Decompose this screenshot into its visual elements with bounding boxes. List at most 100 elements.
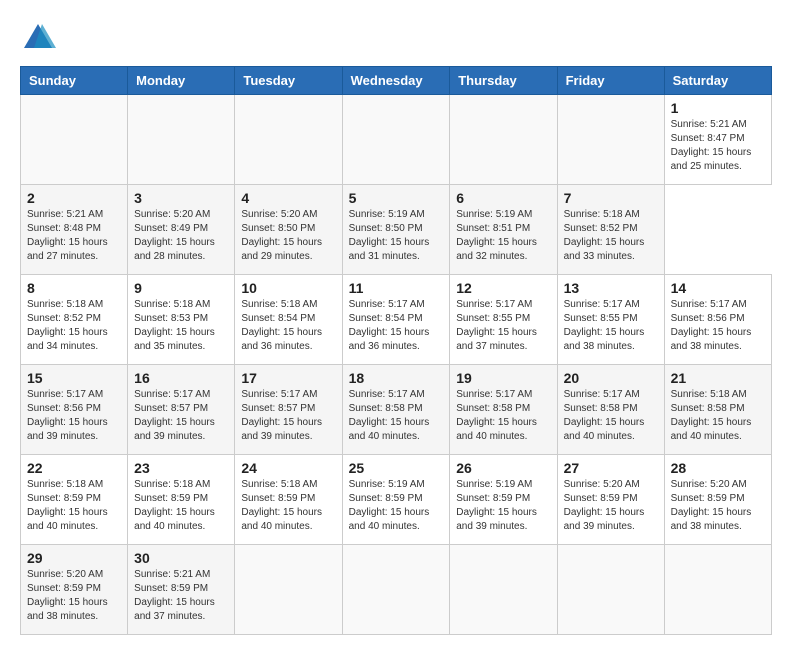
calendar-cell-day-20: 20 Sunrise: 5:17 AMSunset: 8:58 PMDaylig… xyxy=(557,365,664,455)
day-info: Sunrise: 5:17 AMSunset: 8:58 PMDaylight:… xyxy=(456,388,550,444)
calendar-cell-day-26: 26 Sunrise: 5:19 AMSunset: 8:59 PMDaylig… xyxy=(450,455,557,545)
day-number: 28 xyxy=(671,460,765,476)
day-info: Sunrise: 5:19 AMSunset: 8:51 PMDaylight:… xyxy=(456,208,550,264)
calendar-cell-day-12: 12 Sunrise: 5:17 AMSunset: 8:55 PMDaylig… xyxy=(450,275,557,365)
day-number: 14 xyxy=(671,280,765,296)
calendar-cell-day-29: 29 Sunrise: 5:20 AMSunset: 8:59 PMDaylig… xyxy=(21,545,128,635)
calendar-cell-day-3: 3 Sunrise: 5:20 AMSunset: 8:49 PMDayligh… xyxy=(128,185,235,275)
empty-cell xyxy=(235,545,342,635)
day-number: 30 xyxy=(134,550,228,566)
calendar-week-3: 8 Sunrise: 5:18 AMSunset: 8:52 PMDayligh… xyxy=(21,275,772,365)
calendar-cell-day-18: 18 Sunrise: 5:17 AMSunset: 8:58 PMDaylig… xyxy=(342,365,450,455)
calendar-cell-day-14: 14 Sunrise: 5:17 AMSunset: 8:56 PMDaylig… xyxy=(664,275,771,365)
calendar-cell-day-28: 28 Sunrise: 5:20 AMSunset: 8:59 PMDaylig… xyxy=(664,455,771,545)
calendar-header-wednesday: Wednesday xyxy=(342,67,450,95)
logo xyxy=(20,20,62,56)
day-info: Sunrise: 5:19 AMSunset: 8:59 PMDaylight:… xyxy=(349,478,444,534)
calendar-cell-day-30: 30 Sunrise: 5:21 AMSunset: 8:59 PMDaylig… xyxy=(128,545,235,635)
day-info: Sunrise: 5:20 AMSunset: 8:49 PMDaylight:… xyxy=(134,208,228,264)
day-info: Sunrise: 5:18 AMSunset: 8:59 PMDaylight:… xyxy=(241,478,335,534)
day-info: Sunrise: 5:17 AMSunset: 8:55 PMDaylight:… xyxy=(564,298,658,354)
calendar-header-thursday: Thursday xyxy=(450,67,557,95)
calendar-cell-day-24: 24 Sunrise: 5:18 AMSunset: 8:59 PMDaylig… xyxy=(235,455,342,545)
empty-cell xyxy=(557,95,664,185)
day-number: 16 xyxy=(134,370,228,386)
day-number: 8 xyxy=(27,280,121,296)
calendar-cell-day-6: 6 Sunrise: 5:19 AMSunset: 8:51 PMDayligh… xyxy=(450,185,557,275)
calendar-cell-day-13: 13 Sunrise: 5:17 AMSunset: 8:55 PMDaylig… xyxy=(557,275,664,365)
day-number: 20 xyxy=(564,370,658,386)
calendar-header-sunday: Sunday xyxy=(21,67,128,95)
calendar-cell-day-11: 11 Sunrise: 5:17 AMSunset: 8:54 PMDaylig… xyxy=(342,275,450,365)
day-info: Sunrise: 5:17 AMSunset: 8:54 PMDaylight:… xyxy=(349,298,444,354)
calendar-cell-day-27: 27 Sunrise: 5:20 AMSunset: 8:59 PMDaylig… xyxy=(557,455,664,545)
day-number: 17 xyxy=(241,370,335,386)
day-info: Sunrise: 5:18 AMSunset: 8:59 PMDaylight:… xyxy=(27,478,121,534)
day-info: Sunrise: 5:20 AMSunset: 8:59 PMDaylight:… xyxy=(671,478,765,534)
day-number: 12 xyxy=(456,280,550,296)
day-info: Sunrise: 5:19 AMSunset: 8:50 PMDaylight:… xyxy=(349,208,444,264)
day-info: Sunrise: 5:17 AMSunset: 8:57 PMDaylight:… xyxy=(134,388,228,444)
empty-cell xyxy=(128,95,235,185)
calendar-header-friday: Friday xyxy=(557,67,664,95)
day-info: Sunrise: 5:17 AMSunset: 8:58 PMDaylight:… xyxy=(349,388,444,444)
day-number: 10 xyxy=(241,280,335,296)
day-number: 9 xyxy=(134,280,228,296)
calendar-cell-day-16: 16 Sunrise: 5:17 AMSunset: 8:57 PMDaylig… xyxy=(128,365,235,455)
day-number: 5 xyxy=(349,190,444,206)
day-info: Sunrise: 5:20 AMSunset: 8:59 PMDaylight:… xyxy=(564,478,658,534)
calendar-cell-day-19: 19 Sunrise: 5:17 AMSunset: 8:58 PMDaylig… xyxy=(450,365,557,455)
day-number: 1 xyxy=(671,100,765,116)
calendar-cell-day-9: 9 Sunrise: 5:18 AMSunset: 8:53 PMDayligh… xyxy=(128,275,235,365)
calendar-header-tuesday: Tuesday xyxy=(235,67,342,95)
day-number: 13 xyxy=(564,280,658,296)
calendar-cell-day-5: 5 Sunrise: 5:19 AMSunset: 8:50 PMDayligh… xyxy=(342,185,450,275)
day-info: Sunrise: 5:21 AMSunset: 8:47 PMDaylight:… xyxy=(671,118,765,174)
day-info: Sunrise: 5:18 AMSunset: 8:59 PMDaylight:… xyxy=(134,478,228,534)
day-number: 22 xyxy=(27,460,121,476)
day-info: Sunrise: 5:17 AMSunset: 8:56 PMDaylight:… xyxy=(27,388,121,444)
calendar-cell-day-21: 21 Sunrise: 5:18 AMSunset: 8:58 PMDaylig… xyxy=(664,365,771,455)
calendar-header-monday: Monday xyxy=(128,67,235,95)
calendar-cell-day-15: 15 Sunrise: 5:17 AMSunset: 8:56 PMDaylig… xyxy=(21,365,128,455)
page-header xyxy=(20,20,772,56)
calendar-week-5: 22 Sunrise: 5:18 AMSunset: 8:59 PMDaylig… xyxy=(21,455,772,545)
empty-cell xyxy=(664,545,771,635)
day-number: 29 xyxy=(27,550,121,566)
day-info: Sunrise: 5:17 AMSunset: 8:57 PMDaylight:… xyxy=(241,388,335,444)
empty-cell xyxy=(557,545,664,635)
day-info: Sunrise: 5:21 AMSunset: 8:59 PMDaylight:… xyxy=(134,568,228,624)
calendar-cell-day-1: 1 Sunrise: 5:21 AMSunset: 8:47 PMDayligh… xyxy=(664,95,771,185)
calendar-cell-day-22: 22 Sunrise: 5:18 AMSunset: 8:59 PMDaylig… xyxy=(21,455,128,545)
calendar-cell-day-17: 17 Sunrise: 5:17 AMSunset: 8:57 PMDaylig… xyxy=(235,365,342,455)
empty-cell xyxy=(450,95,557,185)
empty-cell xyxy=(342,95,450,185)
day-number: 24 xyxy=(241,460,335,476)
day-number: 6 xyxy=(456,190,550,206)
day-number: 11 xyxy=(349,280,444,296)
day-number: 7 xyxy=(564,190,658,206)
empty-cell xyxy=(342,545,450,635)
calendar-week-4: 15 Sunrise: 5:17 AMSunset: 8:56 PMDaylig… xyxy=(21,365,772,455)
day-number: 18 xyxy=(349,370,444,386)
day-number: 2 xyxy=(27,190,121,206)
calendar-cell-day-10: 10 Sunrise: 5:18 AMSunset: 8:54 PMDaylig… xyxy=(235,275,342,365)
calendar-week-1: 1 Sunrise: 5:21 AMSunset: 8:47 PMDayligh… xyxy=(21,95,772,185)
calendar-header-saturday: Saturday xyxy=(664,67,771,95)
day-info: Sunrise: 5:19 AMSunset: 8:59 PMDaylight:… xyxy=(456,478,550,534)
calendar-table: SundayMondayTuesdayWednesdayThursdayFrid… xyxy=(20,66,772,635)
day-info: Sunrise: 5:17 AMSunset: 8:58 PMDaylight:… xyxy=(564,388,658,444)
day-number: 21 xyxy=(671,370,765,386)
day-number: 25 xyxy=(349,460,444,476)
calendar-cell-day-4: 4 Sunrise: 5:20 AMSunset: 8:50 PMDayligh… xyxy=(235,185,342,275)
day-number: 4 xyxy=(241,190,335,206)
calendar-cell-day-25: 25 Sunrise: 5:19 AMSunset: 8:59 PMDaylig… xyxy=(342,455,450,545)
day-info: Sunrise: 5:18 AMSunset: 8:58 PMDaylight:… xyxy=(671,388,765,444)
calendar-cell-day-2: 2 Sunrise: 5:21 AMSunset: 8:48 PMDayligh… xyxy=(21,185,128,275)
day-info: Sunrise: 5:18 AMSunset: 8:54 PMDaylight:… xyxy=(241,298,335,354)
day-number: 27 xyxy=(564,460,658,476)
day-number: 3 xyxy=(134,190,228,206)
calendar-cell-day-8: 8 Sunrise: 5:18 AMSunset: 8:52 PMDayligh… xyxy=(21,275,128,365)
day-info: Sunrise: 5:17 AMSunset: 8:56 PMDaylight:… xyxy=(671,298,765,354)
calendar-week-2: 2 Sunrise: 5:21 AMSunset: 8:48 PMDayligh… xyxy=(21,185,772,275)
